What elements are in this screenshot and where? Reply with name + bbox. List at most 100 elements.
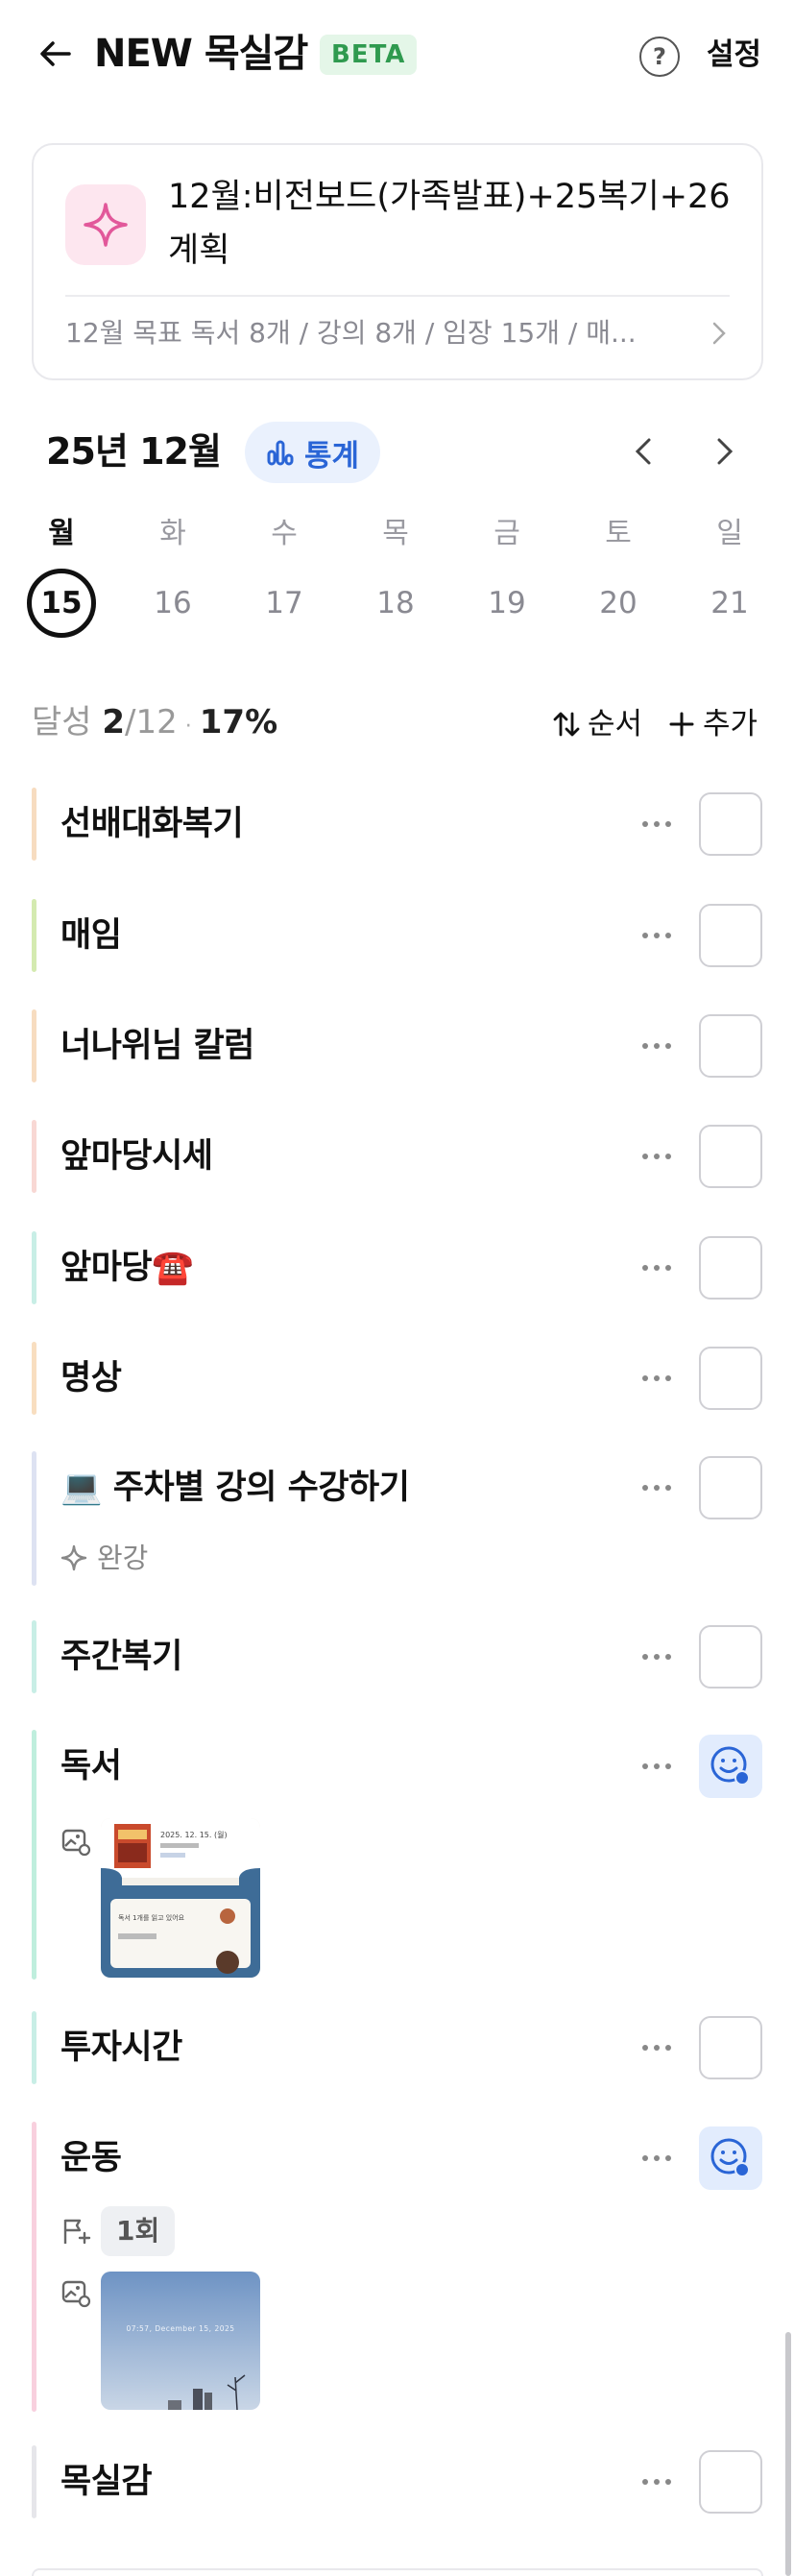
next-section-edge: [32, 2568, 763, 2576]
stats-button[interactable]: 통계: [245, 422, 381, 483]
photo-icon: [61, 2280, 91, 2308]
prev-week-button[interactable]: [626, 434, 661, 469]
weekday-label: 일: [716, 517, 743, 550]
date-number: 20: [599, 586, 638, 620]
goal-title: 12월:비전보드(가족발표)+25복기+26계획: [168, 178, 731, 270]
more-icon[interactable]: [633, 795, 681, 853]
task-name: 앞마당시세: [60, 1137, 213, 1176]
separator: ·: [184, 715, 192, 739]
task-checkbox[interactable]: [699, 904, 762, 967]
task-note-text: 완강: [97, 1542, 149, 1574]
help-icon[interactable]: ?: [639, 36, 680, 77]
task-name: 너나위님 칼럼: [60, 1027, 254, 1065]
more-icon[interactable]: [633, 1239, 681, 1297]
task-checkbox[interactable]: [699, 1125, 762, 1188]
day-tue[interactable]: 화 16: [138, 509, 207, 638]
add-task-button[interactable]: 추가: [668, 699, 758, 749]
date-number: 19: [488, 586, 526, 620]
beta-badge: BETA: [320, 35, 418, 75]
task-item[interactable]: 선배대화복기: [32, 788, 763, 861]
day-sat[interactable]: 토 20: [584, 509, 653, 638]
bar-chart-icon: [267, 440, 294, 466]
more-icon[interactable]: [633, 1628, 681, 1686]
task-checkbox[interactable]: [699, 2450, 762, 2514]
more-icon[interactable]: [633, 2453, 681, 2511]
task-name: 주간복기: [60, 1638, 182, 1676]
photo-icon: [61, 1829, 91, 1857]
reorder-button[interactable]: 순서: [551, 699, 642, 749]
task-color-bar: [32, 1231, 36, 1304]
task-item[interactable]: 주간복기: [32, 1620, 763, 1693]
task-item[interactable]: 앞마당시세: [32, 1120, 763, 1193]
more-icon[interactable]: [633, 1738, 681, 1795]
task-color-bar: [32, 788, 36, 861]
task-checkbox-done[interactable]: [699, 2126, 762, 2190]
add-label: 추가: [703, 707, 758, 741]
divider: [65, 295, 730, 297]
day-sun[interactable]: 일 21: [695, 509, 764, 638]
day-mon[interactable]: 월 15: [27, 509, 96, 638]
task-item[interactable]: 독서 2025. 12. 15. (월) 독서 1개를 읽고 있어요: [32, 1730, 763, 1980]
settings-button[interactable]: 설정: [707, 31, 761, 79]
task-color-bar: [32, 1342, 36, 1415]
task-item[interactable]: 명상: [32, 1342, 763, 1415]
reading-photo-thumbnail[interactable]: 2025. 12. 15. (월) 독서 1개를 읽고 있어요: [101, 1818, 260, 1978]
more-icon[interactable]: [633, 2019, 681, 2077]
smile-check-icon: [710, 2138, 750, 2177]
total-count: /12: [125, 703, 178, 741]
task-item[interactable]: 💻 주차별 강의 수강하기 완강: [32, 1451, 763, 1586]
day-wed[interactable]: 수 17: [250, 509, 319, 638]
achieved-percent: 17%: [199, 703, 278, 741]
more-icon[interactable]: [633, 1017, 681, 1075]
chevron-left-icon: [635, 438, 651, 465]
task-checkbox[interactable]: [699, 1456, 762, 1519]
task-item[interactable]: 앞마당☎️: [32, 1231, 763, 1304]
reading-photo-date: 2025. 12. 15. (월): [160, 1830, 228, 1839]
reading-photo-caption: 독서 1개를 읽고 있어요: [118, 1913, 185, 1922]
task-checkbox[interactable]: [699, 1236, 762, 1300]
plus-icon: [669, 712, 694, 737]
task-name: 명상: [60, 1359, 122, 1397]
task-checkbox-done[interactable]: [699, 1735, 762, 1798]
task-item[interactable]: 투자시간: [32, 2011, 763, 2084]
more-icon[interactable]: [633, 1459, 681, 1517]
weekday-label: 토: [605, 517, 632, 550]
scrollbar[interactable]: [785, 2332, 791, 2576]
app-screen: NEW 목실감 BETA ? 설정 12월:비전보드(가족발표)+25복기+26…: [0, 0, 794, 2576]
achievement-label: 달성: [32, 703, 92, 741]
day-fri[interactable]: 금 19: [472, 509, 541, 638]
task-name: 목실감: [60, 2463, 153, 2501]
stats-label: 통계: [304, 438, 360, 474]
exercise-photo-image: 07:57, December 15, 2025: [101, 2272, 260, 2410]
date-number: 15: [27, 569, 96, 638]
back-button[interactable]: [29, 27, 83, 81]
task-checkbox[interactable]: [699, 1625, 762, 1689]
task-name: 선배대화복기: [60, 805, 244, 843]
more-icon[interactable]: [633, 1128, 681, 1185]
date-number: 16: [154, 586, 192, 620]
more-icon[interactable]: [633, 907, 681, 964]
day-thu[interactable]: 목 18: [361, 509, 430, 638]
weekday-label: 금: [493, 517, 520, 550]
task-item[interactable]: 매임: [32, 899, 763, 972]
task-checkbox[interactable]: [699, 792, 762, 856]
task-color-bar: [32, 1451, 36, 1586]
task-checkbox[interactable]: [699, 1347, 762, 1410]
reading-photo-image: 2025. 12. 15. (월) 독서 1개를 읽고 있어요: [101, 1818, 260, 1978]
more-icon[interactable]: [633, 2129, 681, 2187]
task-color-bar: [32, 1620, 36, 1693]
task-item[interactable]: 운동 1회 07:57, December 15, 2025: [32, 2122, 763, 2412]
next-week-button[interactable]: [708, 434, 742, 469]
task-checkbox[interactable]: [699, 2016, 762, 2079]
task-item[interactable]: 너나위님 칼럼: [32, 1009, 763, 1082]
task-color-bar: [32, 1009, 36, 1082]
task-name: 💻 주차별 강의 수강하기: [60, 1469, 410, 1507]
sparkle-icon: [65, 184, 146, 265]
weekday-label: 월: [48, 517, 75, 550]
achieved-count: 2: [102, 703, 126, 741]
task-checkbox[interactable]: [699, 1014, 762, 1078]
monthly-goal-card[interactable]: 12월:비전보드(가족발표)+25복기+26계획 12월 목표 독서 8개 / …: [32, 143, 763, 380]
more-icon[interactable]: [633, 1349, 681, 1407]
exercise-photo-thumbnail[interactable]: 07:57, December 15, 2025: [101, 2272, 260, 2410]
task-item[interactable]: 목실감: [32, 2445, 763, 2518]
